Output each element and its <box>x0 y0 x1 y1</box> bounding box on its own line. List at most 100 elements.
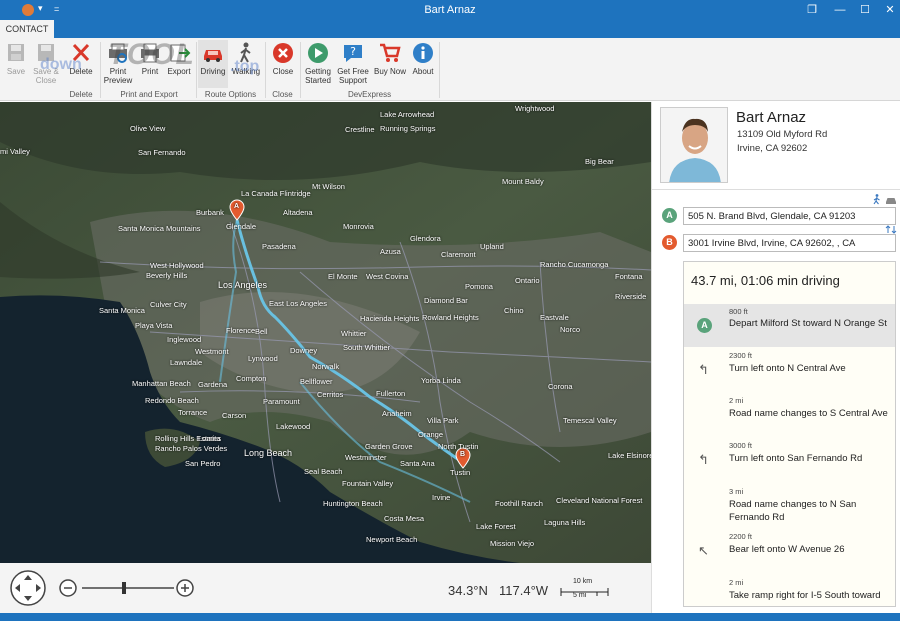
map-label: Florence <box>226 326 256 335</box>
map-marker-a-label[interactable]: A <box>234 203 239 210</box>
swap-direction-icon[interactable] <box>885 225 897 234</box>
map-label: Santa Ana <box>400 459 435 468</box>
map-label: Garden Grove <box>365 442 413 451</box>
origin-address-input[interactable] <box>683 207 896 225</box>
destination-address-input[interactable] <box>683 234 896 252</box>
group-label-devexpress: DevExpress <box>347 90 392 99</box>
route-step-item[interactable]: ↰ 2300 ft Turn left onto N Central Ave <box>684 350 895 390</box>
map-label: Huntington Beach <box>323 499 383 508</box>
zoom-in-icon[interactable] <box>176 579 194 597</box>
save-button[interactable]: Save <box>3 40 29 88</box>
turn-left-icon: ↰ <box>698 362 709 377</box>
step-start-icon: A <box>697 318 712 333</box>
map-label: Westminster <box>345 453 387 462</box>
map-label: Irvine <box>432 493 451 502</box>
step-distance: 3 mi <box>729 487 744 496</box>
map-label: Beverly Hills <box>146 271 188 280</box>
map-label: Anaheim <box>382 409 412 418</box>
map-label: Los Angeles <box>218 280 268 290</box>
ribbon-group-separator <box>439 42 440 98</box>
map-canvas <box>0 102 651 563</box>
map-label: Lynwood <box>248 354 278 363</box>
zoom-slider[interactable] <box>82 581 174 595</box>
map-label: Glendora <box>410 234 441 243</box>
close-button[interactable]: Close <box>268 40 298 88</box>
route-step-item[interactable]: ↰ 3000 ft Turn left onto San Fernando Rd <box>684 440 895 480</box>
about-button[interactable]: About <box>409 40 437 88</box>
map-label: Long Beach <box>244 448 293 458</box>
pan-control-icon[interactable] <box>9 569 47 607</box>
map-label: Newport Beach <box>366 535 418 544</box>
map-label: San Pedro <box>185 459 221 468</box>
map-label: Pasadena <box>262 242 296 251</box>
map-marker-b-label[interactable]: B <box>460 451 465 458</box>
close-window-button[interactable]: ✕ <box>880 2 900 18</box>
driving-mode-icon[interactable] <box>885 196 897 205</box>
step-distance: 2 mi <box>729 396 744 405</box>
restore-ribbon-button[interactable]: ❐ <box>802 2 822 18</box>
map-label: Yorba Linda <box>421 376 461 385</box>
route-directions-list[interactable]: 43.7 mi, 01:06 min driving A 800 ft Depa… <box>683 261 896 607</box>
zoom-slider-thumb[interactable] <box>122 582 126 594</box>
scale-km-label: 10 km <box>573 578 593 585</box>
step-text: Road name changes to N San Fernando Rd <box>729 499 857 523</box>
get-free-support-button[interactable]: ? Get Free Support <box>336 40 370 88</box>
map-label: Temescal Valley <box>563 416 617 425</box>
getting-started-button[interactable]: Getting Started <box>302 40 334 88</box>
map-label: mi Valley <box>0 147 30 156</box>
map-label: Foothill Ranch <box>495 499 543 508</box>
map-label: Orange <box>418 430 444 439</box>
map-label: Lomita <box>198 434 221 443</box>
walking-mode-icon[interactable] <box>872 194 882 205</box>
route-step-item[interactable]: 3 mi Road name changes to N San Fernando… <box>684 486 895 530</box>
map-label: Laguna Hills <box>544 518 586 527</box>
map-label: Diamond Bar <box>424 296 468 305</box>
latitude-readout: 34.3°N <box>448 583 488 598</box>
step-distance: 2 mi <box>729 578 744 587</box>
contact-photo <box>661 108 727 182</box>
tab-contact[interactable]: CONTACT <box>0 20 54 38</box>
map-label: South Whittier <box>343 343 391 352</box>
map-view[interactable]: A B Olive View San Fernando mi Valley Wr… <box>0 102 651 563</box>
group-label-print-export: Print and Export <box>120 90 178 99</box>
map-label: Hacienda Heights <box>360 314 420 323</box>
shopping-cart-icon <box>380 43 401 62</box>
map-label: Tustin <box>450 468 471 477</box>
about-label: About <box>412 67 434 76</box>
getting-started-label-1: Getting <box>305 67 331 76</box>
status-bar <box>0 613 900 621</box>
map-label: Playa Vista <box>135 321 173 330</box>
map-label: North Tustin <box>438 442 479 451</box>
print-preview-label-2: Preview <box>103 76 133 85</box>
minimize-button[interactable]: — <box>830 2 850 18</box>
map-label: Eastvale <box>540 313 569 322</box>
zoom-out-icon[interactable] <box>59 579 77 597</box>
maximize-button[interactable]: ☐ <box>855 2 875 18</box>
map-label: Bell <box>255 327 268 336</box>
map-label: Wrightwood <box>515 104 555 113</box>
route-step-item[interactable]: A 800 ft Depart Milford St toward N Oran… <box>684 304 895 347</box>
map-label: Fullerton <box>376 389 406 398</box>
map-label: Torrance <box>178 408 208 417</box>
map-label: Whittier <box>341 329 367 338</box>
route-step-item[interactable]: 2 mi Take ramp right for I-5 South towar… <box>684 577 895 606</box>
buy-now-button[interactable]: Buy Now <box>373 40 407 88</box>
ribbon-group-separator <box>100 42 101 98</box>
map-label: Cerritos <box>317 390 344 399</box>
avatar <box>660 107 728 183</box>
map-label: Monrovia <box>343 222 374 231</box>
step-text: Depart Milford St toward N Orange St <box>729 318 887 329</box>
route-step-item[interactable]: ↖ 2200 ft Bear left onto W Avenue 26 <box>684 531 895 571</box>
group-label-route-options: Route Options <box>204 90 257 99</box>
map-label: Compton <box>236 374 267 383</box>
map-label: Manhattan Beach <box>132 379 191 388</box>
map-label: Fontana <box>615 272 643 281</box>
longitude-readout: 117.4°W <box>499 583 549 598</box>
map-label: Costa Mesa <box>384 514 425 523</box>
driving-button[interactable]: Driving <box>198 40 228 88</box>
route-step-item[interactable]: 2 mi Road name changes to S Central Ave <box>684 395 895 433</box>
step-distance: 2300 ft <box>729 351 752 360</box>
map-label: Norwalk <box>312 362 340 371</box>
turn-left-icon: ↰ <box>698 452 709 467</box>
floppy-disk-icon <box>8 44 24 61</box>
